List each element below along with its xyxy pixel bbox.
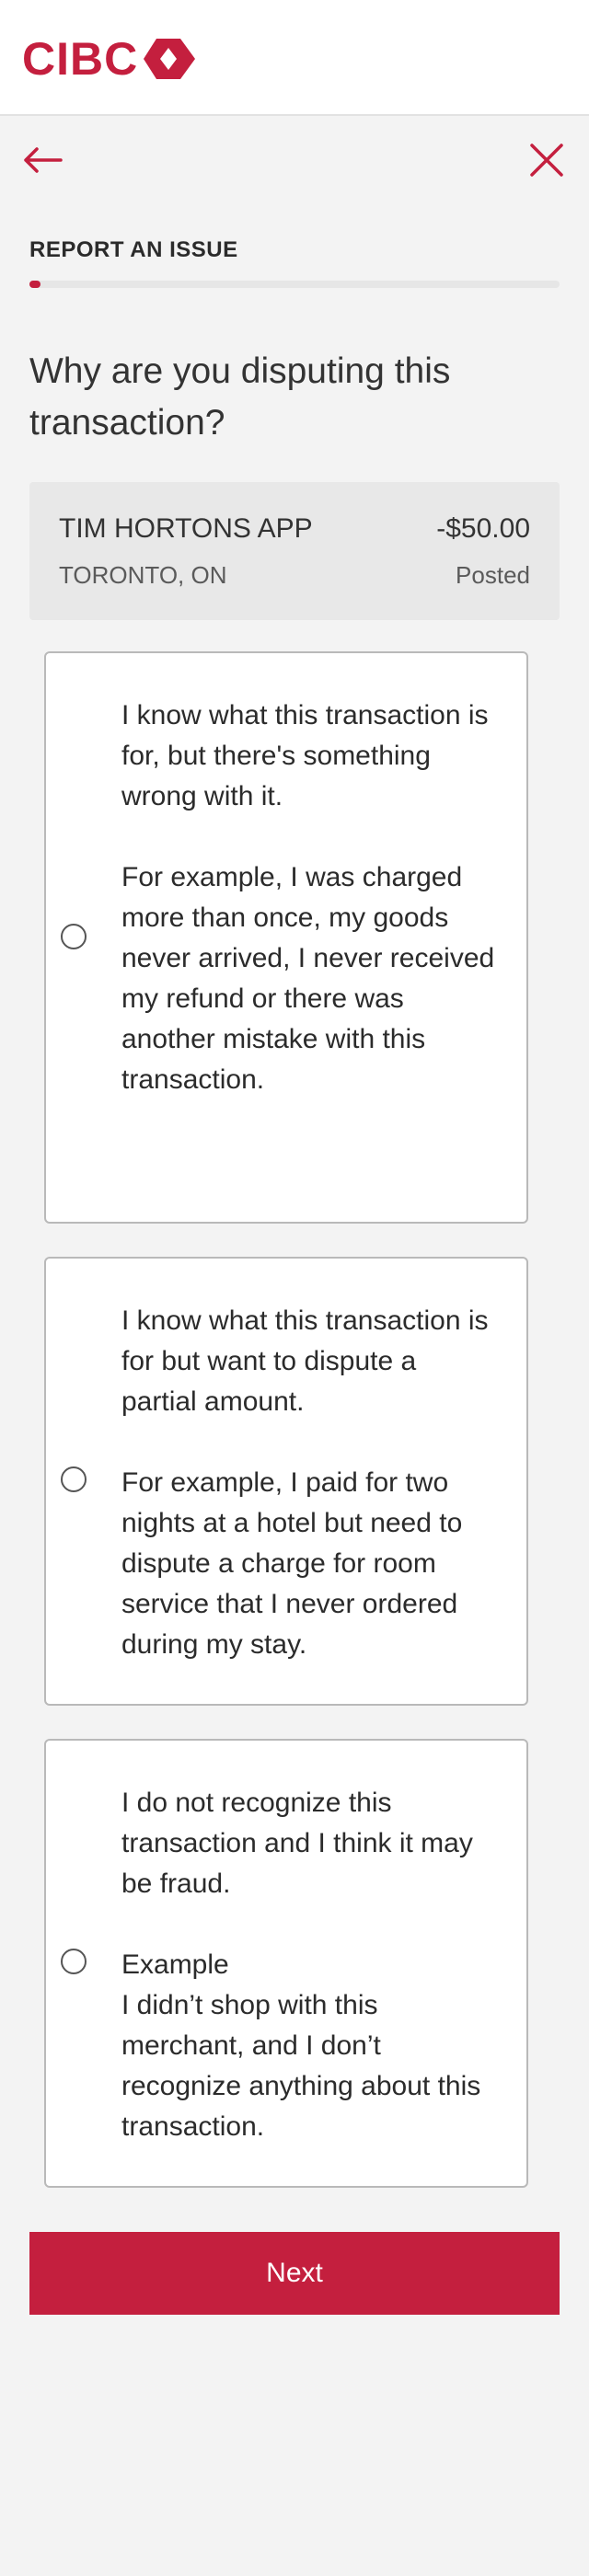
dispute-option-partial-amount[interactable]: I know what this transaction is for but … bbox=[44, 1257, 528, 1706]
radio-button[interactable] bbox=[61, 924, 87, 949]
back-button[interactable] bbox=[17, 134, 68, 186]
option-text: I know what this transaction is for, but… bbox=[121, 696, 499, 1100]
next-button[interactable]: Next bbox=[29, 2232, 560, 2315]
transaction-card: TIM HORTONS APP -$50.00 TORONTO, ON Post… bbox=[29, 482, 560, 620]
step-title: REPORT AN ISSUE bbox=[29, 237, 238, 262]
option-detail: Example I didn’t shop with this merchant… bbox=[121, 1949, 481, 2142]
progress-bar bbox=[29, 281, 560, 288]
option-heading: I do not recognize this transaction and … bbox=[121, 1788, 473, 1899]
radio-button[interactable] bbox=[61, 1949, 87, 1974]
transaction-amount: -$50.00 bbox=[436, 513, 530, 544]
transaction-status: Posted bbox=[456, 561, 530, 589]
transaction-location: TORONTO, ON bbox=[59, 561, 227, 589]
option-detail: For example, I paid for two nights at a … bbox=[121, 1467, 463, 1660]
progress-fill bbox=[29, 281, 40, 288]
arrow-left-icon bbox=[24, 147, 63, 173]
radio-button[interactable] bbox=[61, 1466, 87, 1492]
option-detail: For example, I was charged more than onc… bbox=[121, 862, 495, 1095]
page-question: Why are you disputing this transaction? bbox=[29, 351, 451, 443]
dispute-option-fraud[interactable]: I do not recognize this transaction and … bbox=[44, 1739, 528, 2188]
app-header: CIBC bbox=[0, 0, 589, 116]
dispute-page: CIBC REPORT AN ISSUE Why are you disputi… bbox=[0, 0, 589, 2576]
transaction-merchant: TIM HORTONS APP bbox=[59, 513, 313, 544]
cibc-logo-icon bbox=[144, 39, 196, 79]
close-icon bbox=[530, 144, 563, 177]
top-nav bbox=[0, 116, 589, 208]
option-text: I do not recognize this transaction and … bbox=[121, 1783, 499, 2147]
logo-text: CIBC bbox=[22, 33, 139, 85]
option-heading: I know what this transaction is for but … bbox=[121, 1305, 489, 1417]
option-heading: I know what this transaction is for, but… bbox=[121, 700, 489, 811]
dispute-option-wrong-charge[interactable]: I know what this transaction is for, but… bbox=[44, 651, 528, 1224]
cibc-logo: CIBC bbox=[22, 33, 197, 85]
option-text: I know what this transaction is for but … bbox=[121, 1301, 499, 1665]
close-button[interactable] bbox=[521, 134, 572, 186]
